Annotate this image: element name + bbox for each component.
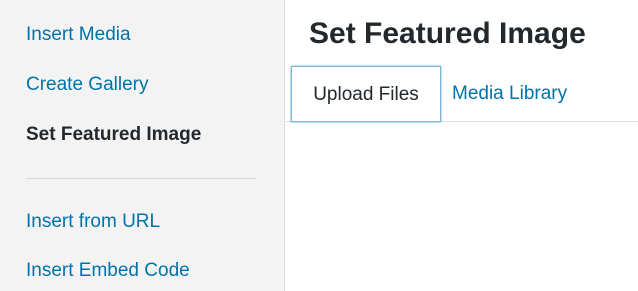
menu-item-insert-from-url[interactable]: Insert from URL (26, 210, 160, 234)
tab-upload-files[interactable]: Upload Files (291, 66, 441, 122)
media-menu-sidebar: Insert Media Create Gallery Set Featured… (0, 0, 285, 291)
tab-media-library[interactable]: Media Library (452, 66, 567, 122)
frame-content-area (286, 123, 638, 291)
frame-title: Set Featured Image (309, 17, 586, 50)
menu-item-insert-embed-code[interactable]: Insert Embed Code (26, 259, 190, 283)
menu-item-set-featured-image[interactable]: Set Featured Image (26, 123, 201, 147)
media-router-tabs: Upload Files Media Library (286, 66, 638, 122)
menu-item-insert-media[interactable]: Insert Media (26, 23, 131, 47)
media-modal: Insert Media Create Gallery Set Featured… (0, 0, 638, 291)
menu-separator (26, 178, 256, 179)
menu-item-create-gallery[interactable]: Create Gallery (26, 73, 149, 97)
